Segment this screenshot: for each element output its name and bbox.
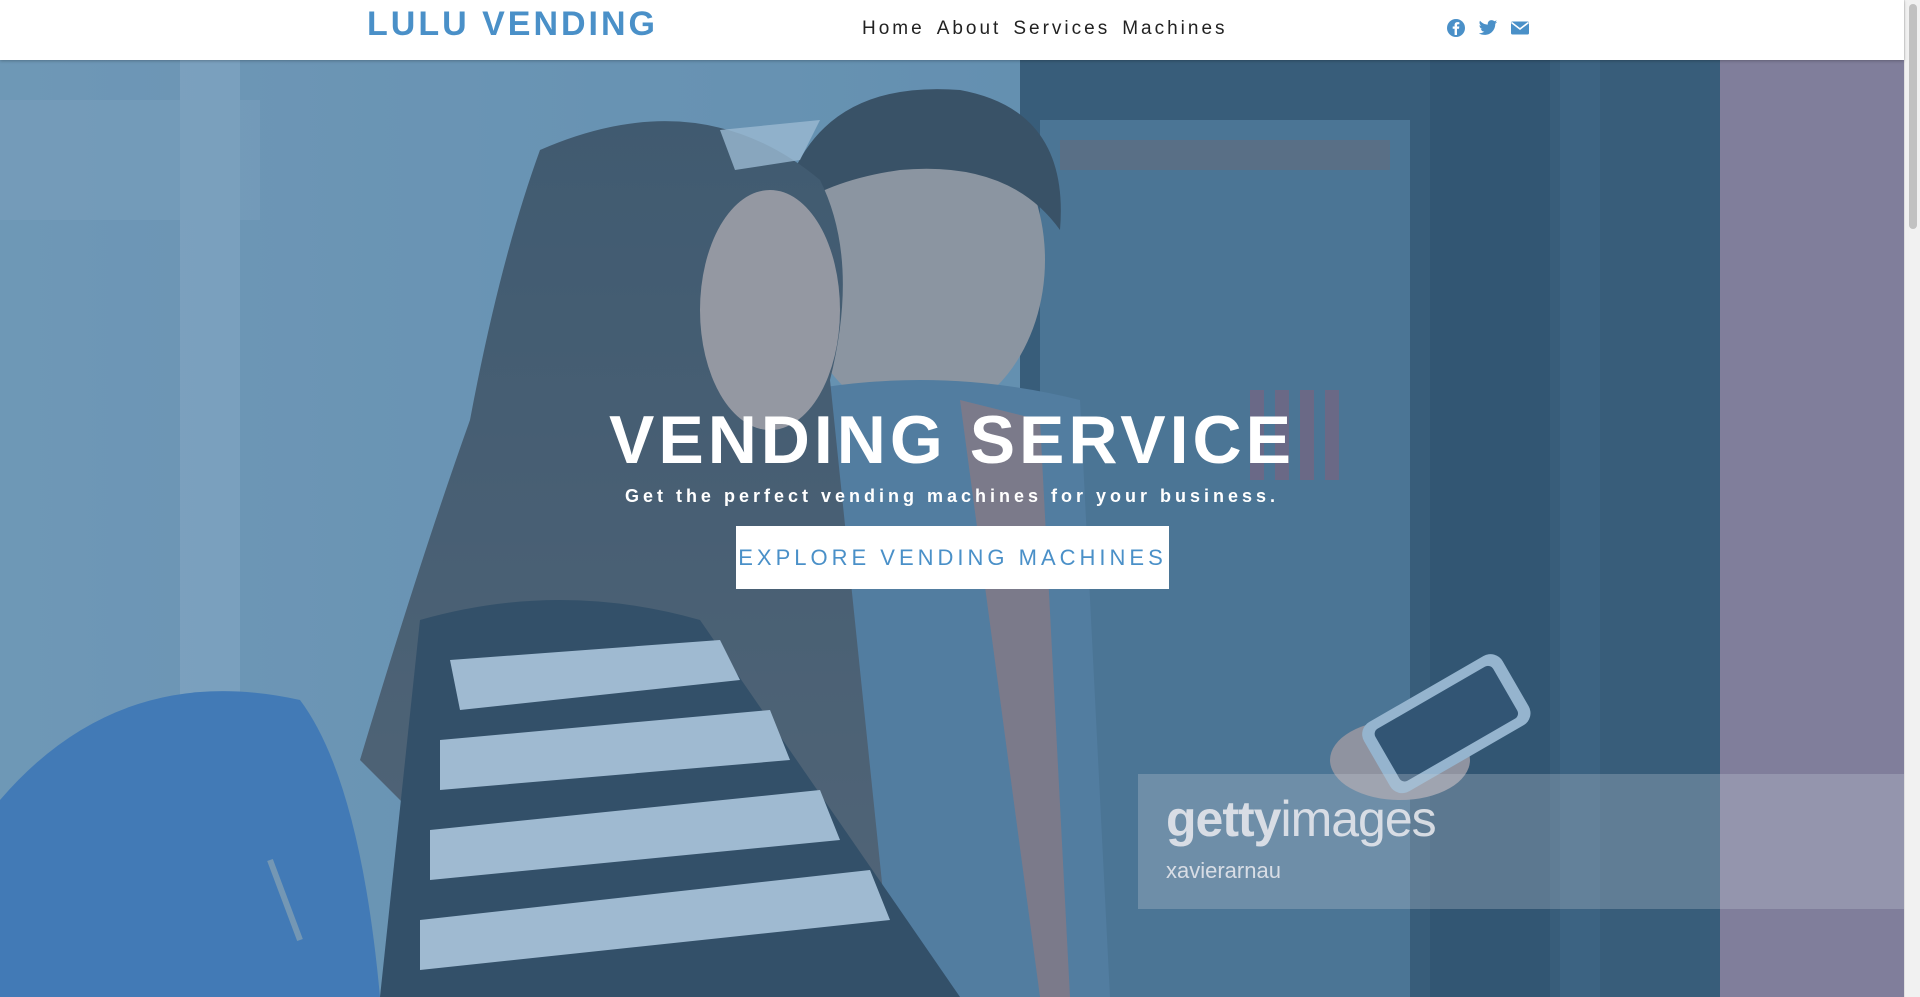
hero-subtitle: Get the perfect vending machines for you…: [624, 486, 1280, 506]
watermark-brand: gettyimages: [1166, 791, 1437, 847]
site-logo[interactable]: LULU VENDING: [367, 2, 658, 46]
nav-link-about[interactable]: About: [937, 14, 1002, 44]
getty-watermark: gettyimages xavierarnau: [1138, 774, 1904, 909]
twitter-icon[interactable]: [1478, 18, 1498, 38]
explore-vending-machines-button[interactable]: EXPLORE VENDING MACHINES: [736, 526, 1169, 589]
nav-link-machines[interactable]: Machines: [1122, 14, 1227, 44]
watermark-credit: xavierarnau: [1166, 858, 1281, 883]
hero-title: VENDING SERVICE: [608, 402, 1295, 478]
nav-link-home[interactable]: Home: [862, 14, 925, 44]
envelope-icon[interactable]: [1510, 18, 1530, 38]
hero-section: gettyimages xavierarnau VENDING SERVICE …: [0, 60, 1904, 997]
facebook-icon[interactable]: [1446, 18, 1466, 38]
top-navbar: LULU VENDING Home About Services Machine…: [0, 0, 1904, 60]
nav-link-services[interactable]: Services: [1013, 14, 1110, 44]
main-nav: Home About Services Machines: [862, 14, 1228, 44]
social-links: [1446, 18, 1530, 38]
vertical-scrollbar[interactable]: [1904, 0, 1920, 997]
scrollbar-thumb[interactable]: [1909, 4, 1917, 229]
